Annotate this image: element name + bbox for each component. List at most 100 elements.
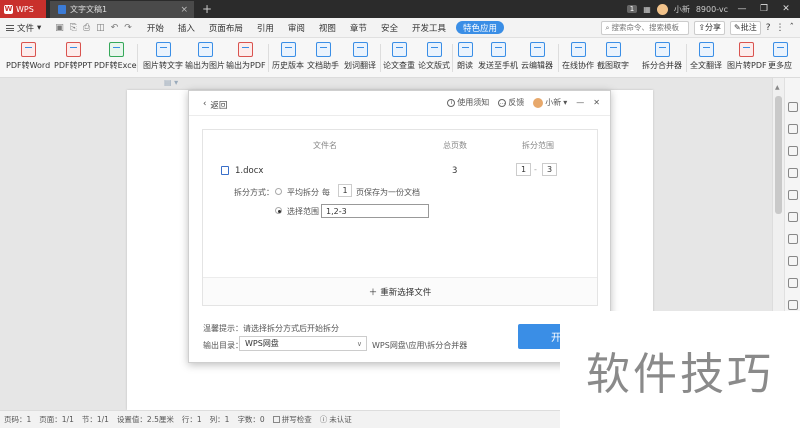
full-translate-button[interactable]: 全文翻译 (690, 42, 722, 71)
help-icon[interactable]: ? (766, 23, 771, 33)
ribbon-label: 发送至手机 (478, 61, 518, 70)
status-words[interactable]: 字数：0 (237, 414, 264, 425)
collapse-ribbon-icon[interactable]: ˆ (790, 23, 795, 33)
export-icon[interactable]: ⎘ (70, 23, 77, 33)
page-range-input[interactable]: 1,2-3 (321, 204, 429, 218)
radio-even-split[interactable] (275, 188, 282, 195)
paper-check-button[interactable]: 论文查重 (383, 42, 415, 71)
preview-icon[interactable]: ◫ (96, 23, 105, 33)
export-image-button[interactable]: 输出为图片 (185, 42, 225, 71)
edit-icon[interactable] (788, 102, 798, 112)
grid-icon[interactable] (788, 212, 798, 222)
status-row: 行：1 (181, 415, 202, 424)
document-tab-title: 文字文稿1 (70, 5, 108, 14)
close-dialog-icon[interactable]: ✕ (593, 98, 600, 107)
save-icon[interactable]: ▣ (55, 23, 64, 33)
feedback-link[interactable]: … 反馈 (498, 97, 524, 108)
paragraph-marker-icon[interactable]: ▤ ▾ (164, 78, 178, 87)
layout-icon[interactable] (788, 234, 798, 244)
screenshot-ocr-button[interactable]: 截图取字 (597, 42, 629, 71)
format-icon[interactable] (788, 190, 798, 200)
redo-icon[interactable]: ↷ (124, 23, 132, 33)
stamp-icon[interactable] (788, 168, 798, 178)
radio-select-range[interactable] (275, 207, 282, 214)
new-tab-button[interactable]: + (200, 0, 214, 18)
menu-review[interactable]: 审阅 (281, 18, 312, 38)
certification-label: 未认证 (329, 415, 352, 424)
spell-check-toggle[interactable]: 拼写检查 (272, 414, 312, 425)
split-merge-button[interactable]: 拆分合并器 (642, 42, 682, 71)
print-icon[interactable]: ⎙ (83, 23, 90, 33)
ribbon-toolbar: PDF转Word PDF转PPT PDF转Excel 图片转文字 输出为图片 输… (0, 38, 800, 78)
user-menu[interactable]: 小新 ▾ (533, 97, 567, 108)
image-to-pdf-button[interactable]: 图片转PDF (727, 42, 767, 71)
menu-home[interactable]: 开始 (140, 18, 171, 38)
ribbon-label: 在线协作 (562, 61, 594, 70)
skin-icon[interactable]: ▦ (643, 5, 651, 14)
pdf-excel-icon (108, 42, 124, 57)
close-window-icon[interactable]: ✕ (778, 4, 794, 14)
export-panel-icon[interactable] (788, 278, 798, 288)
pages-per-doc-input[interactable]: 1 (338, 184, 352, 197)
wps-home-tab[interactable]: W WPS (0, 0, 46, 18)
range-to-input[interactable]: 3 (542, 163, 557, 176)
user-avatar[interactable] (656, 3, 668, 15)
share-panel-icon[interactable] (788, 256, 798, 266)
cloud-editor-button[interactable]: 云编辑器 (521, 42, 553, 71)
menu-chapter[interactable]: 章节 (343, 18, 374, 38)
select-icon[interactable] (788, 124, 798, 134)
menu-security[interactable]: 安全 (374, 18, 405, 38)
comment-button[interactable]: ✎ 批注 (730, 20, 761, 35)
more-icon[interactable]: ⋮ (776, 23, 785, 33)
paper-format-button[interactable]: 论文版式 (418, 42, 450, 71)
range-from-input[interactable]: 1 (516, 163, 531, 176)
maximize-icon[interactable]: ❐ (756, 4, 772, 14)
doc-assistant-button[interactable]: 文档助手 (307, 42, 339, 71)
help-link[interactable]: i 使用须知 (447, 97, 489, 108)
ribbon-label: 文档助手 (307, 61, 339, 70)
notification-badge[interactable]: 1 (626, 5, 638, 13)
output-dir-select[interactable]: WPS网盘 ∨ (239, 336, 367, 351)
minimize-icon[interactable]: — (734, 4, 750, 14)
select-range-label[interactable]: 选择范围 (287, 206, 319, 217)
minimize-dialog-icon[interactable]: — (576, 98, 584, 107)
menu-developer[interactable]: 开发工具 (405, 18, 453, 38)
menu-insert[interactable]: 插入 (171, 18, 202, 38)
read-aloud-button[interactable]: 朗读 (457, 42, 473, 71)
back-button[interactable]: ‹ 返回 (203, 99, 227, 111)
command-search[interactable]: ⌕ 搜索命令、搜索模板 (601, 20, 690, 35)
pdf-ppt-icon (65, 42, 81, 57)
word-translate-button[interactable]: 划词翻译 (344, 42, 376, 71)
image-pdf-icon (739, 42, 755, 57)
close-tab-icon[interactable]: × (180, 5, 188, 15)
chevron-left-icon: ‹ (203, 99, 207, 109)
menu-references[interactable]: 引用 (250, 18, 281, 38)
menu-page-layout[interactable]: 页面布局 (202, 18, 250, 38)
backup-icon[interactable] (788, 300, 798, 310)
menu-right: ⌕ 搜索命令、搜索模板 ⇪ 分享 ✎ 批注 ? ⋮ ˆ (601, 20, 800, 35)
pdf-to-excel-button[interactable]: PDF转Excel (94, 42, 139, 71)
share-button[interactable]: ⇪ 分享 (694, 20, 726, 35)
menu-view[interactable]: 视图 (312, 18, 343, 38)
send-to-phone-button[interactable]: 发送至手机 (478, 42, 518, 71)
image-to-text-button[interactable]: 图片转文字 (143, 42, 183, 71)
history-version-button[interactable]: 历史版本 (272, 42, 304, 71)
more-apps-button[interactable]: 更多应 (768, 42, 792, 71)
export-image-icon (197, 42, 213, 57)
scroll-up-icon[interactable]: ▲ (775, 84, 780, 91)
menu-featured-apps[interactable]: 特色应用 (455, 21, 504, 34)
file-menu-button[interactable]: 文件 ▾ (0, 22, 47, 34)
even-split-label[interactable]: 平均拆分 (287, 187, 319, 198)
style-icon[interactable] (788, 146, 798, 156)
export-pdf-button[interactable]: 输出为PDF (226, 42, 266, 71)
document-tab[interactable]: 文字文稿1 × (50, 1, 194, 18)
undo-icon[interactable]: ↶ (111, 23, 119, 33)
pdf-to-ppt-button[interactable]: PDF转PPT (54, 42, 92, 71)
reselect-file-button[interactable]: ＋ 重新选择文件 (203, 277, 597, 305)
dialog-divider (189, 115, 610, 116)
scroll-thumb[interactable] (775, 96, 782, 214)
online-collab-button[interactable]: 在线协作 (562, 42, 594, 71)
certification-status[interactable]: ⓘ 未认证 (320, 414, 352, 425)
pdf-to-word-button[interactable]: PDF转Word (6, 42, 50, 71)
user-name[interactable]: 小新 (674, 4, 690, 15)
